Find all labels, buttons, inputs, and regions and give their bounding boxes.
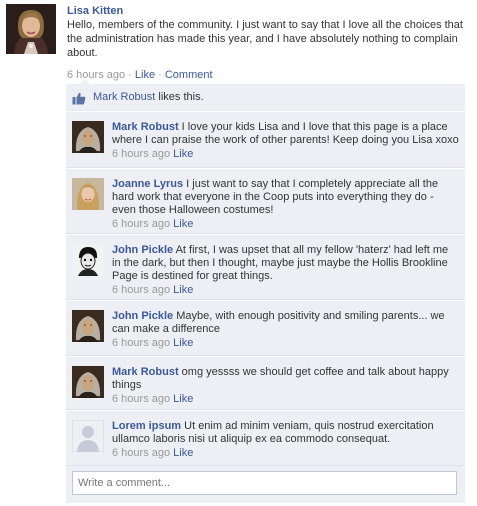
comment-body: Lorem ipsum Ut enim ad minim veniam, qui… [112, 411, 465, 460]
comment-body: Mark Robust I love your kids Lisa and I … [112, 112, 465, 161]
comment-item: Joanne Lyrus I just want to say that I c… [66, 168, 465, 234]
comment-timestamp[interactable]: 6 hours ago [112, 337, 170, 349]
comment-item: John Pickle At first, I was upset that a… [66, 234, 465, 300]
post-like-link[interactable]: Like [135, 69, 155, 81]
likes-text: Mark Robust likes this. [93, 90, 204, 104]
comment-author[interactable]: Joanne Lyrus [112, 178, 183, 190]
comment-item: Mark Robust omg yessss we should get cof… [66, 356, 465, 410]
comment-author[interactable]: Mark Robust [112, 366, 179, 378]
comment-meta: 6 hours ago Like [112, 392, 459, 406]
comment-body: John Pickle At first, I was upset that a… [112, 235, 465, 297]
comment-author[interactable]: Mark Robust [112, 121, 179, 133]
comment-item: Lorem ipsum Ut enim ad minim veniam, qui… [66, 410, 465, 466]
comment-avatar[interactable] [72, 366, 104, 398]
comment-meta: 6 hours ago Like [112, 147, 459, 161]
post-text: Hello, members of the community. I just … [67, 19, 463, 59]
comment-timestamp[interactable]: 6 hours ago [112, 284, 170, 296]
comment-avatar[interactable] [72, 310, 104, 342]
comment-author[interactable]: Lorem ipsum [112, 420, 181, 432]
comment-avatar[interactable] [72, 178, 104, 210]
comment-meta: 6 hours ago Like [112, 283, 459, 297]
comment-meta: 6 hours ago Like [112, 336, 459, 350]
comment-composer [66, 466, 465, 503]
post-author-name[interactable]: Lisa Kitten [67, 4, 472, 18]
comments-panel: Mark Robust likes this. Mark Robust I lo… [66, 79, 465, 503]
comment-timestamp[interactable]: 6 hours ago [112, 393, 170, 405]
meta-separator: · [155, 69, 165, 81]
comment-item: Mark Robust I love your kids Lisa and I … [66, 111, 465, 168]
comment-body: Joanne Lyrus I just want to say that I c… [112, 169, 465, 231]
post-meta: 6 hours ago · Like · Comment [67, 68, 472, 82]
comment-author[interactable]: John Pickle [112, 244, 173, 256]
comment-like-link[interactable]: Like [173, 337, 193, 349]
comment-like-link[interactable]: Like [173, 447, 193, 459]
post-author-avatar[interactable] [6, 4, 56, 54]
likes-bar: Mark Robust likes this. [66, 84, 465, 111]
likes-suffix: likes this. [155, 91, 204, 103]
comment-avatar[interactable] [72, 420, 104, 452]
comment-avatar[interactable] [72, 244, 104, 276]
post-body: Lisa Kitten Hello, members of the commun… [67, 4, 472, 82]
post-comment-link[interactable]: Comment [165, 69, 213, 81]
comment-like-link[interactable]: Like [173, 393, 193, 405]
comment-meta: 6 hours ago Like [112, 446, 459, 460]
comment-author[interactable]: John Pickle [112, 310, 173, 322]
comment-timestamp[interactable]: 6 hours ago [112, 148, 170, 160]
post-timestamp[interactable]: 6 hours ago [67, 69, 125, 81]
comment-like-link[interactable]: Like [173, 218, 193, 230]
comment-timestamp[interactable]: 6 hours ago [112, 218, 170, 230]
comment-avatar[interactable] [72, 121, 104, 153]
comment-body: Mark Robust omg yessss we should get cof… [112, 357, 465, 406]
thumbs-up-icon [72, 92, 86, 108]
comment-meta: 6 hours ago Like [112, 217, 459, 231]
comment-like-link[interactable]: Like [173, 148, 193, 160]
comment-body: John Pickle Maybe, with enough positivit… [112, 301, 465, 350]
comment-like-link[interactable]: Like [173, 284, 193, 296]
meta-separator: · [125, 69, 135, 81]
liker-name[interactable]: Mark Robust [93, 91, 155, 103]
comment-item: John Pickle Maybe, with enough positivit… [66, 300, 465, 356]
comment-input[interactable] [72, 471, 457, 495]
comment-timestamp[interactable]: 6 hours ago [112, 447, 170, 459]
